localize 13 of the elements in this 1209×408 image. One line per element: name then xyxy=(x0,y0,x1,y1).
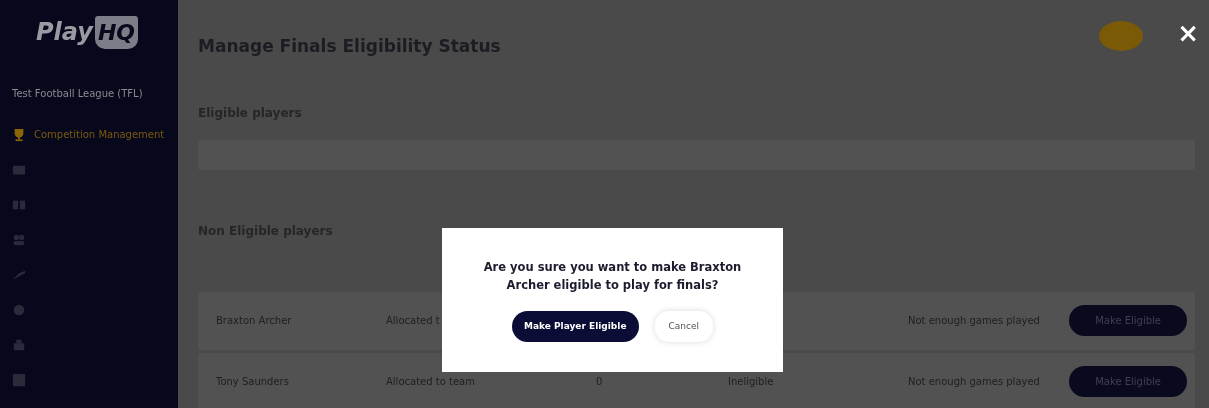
logo-badge: HQ xyxy=(94,15,139,49)
dialog-message: Are you sure you want to make Braxton Archer eligible to play for finals? xyxy=(482,258,743,295)
trophy-icon xyxy=(12,127,26,142)
cancel-button[interactable]: Cancel xyxy=(654,310,713,343)
sidebar-label: Competition Management xyxy=(34,128,165,142)
organisation-name[interactable]: Test Football League (TFL) xyxy=(12,86,178,101)
building-icon[interactable] xyxy=(12,337,26,352)
logo-text: Play xyxy=(36,17,93,48)
user-avatar[interactable] xyxy=(1099,21,1143,51)
sidebar-item[interactable]: Competition Management xyxy=(12,117,178,152)
people-icon[interactable] xyxy=(12,232,26,247)
confirm-button[interactable]: Make Player Eligible xyxy=(512,310,639,343)
close-button[interactable]: × xyxy=(1177,20,1199,46)
